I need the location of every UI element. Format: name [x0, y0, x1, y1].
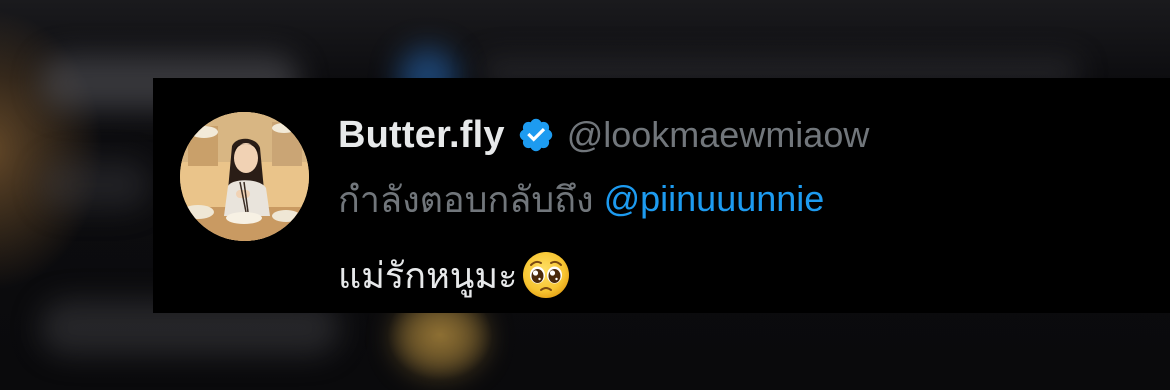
- pleading-face-icon: [521, 250, 571, 300]
- user-handle[interactable]: @lookmaewmiaow: [567, 114, 870, 156]
- tweet-card[interactable]: Butter.fly @lookmaewmiaow กำลังตอบกลับถึ…: [153, 78, 1170, 313]
- reply-mention-link[interactable]: @piinuuunnie: [604, 178, 825, 220]
- screenshot-stage: Butter.fly @lookmaewmiaow กำลังตอบกลับถึ…: [0, 0, 1170, 390]
- avatar[interactable]: [180, 112, 309, 241]
- tweet-text: แม่รักหนูมะ: [338, 252, 571, 298]
- display-name[interactable]: Butter.fly: [338, 114, 505, 157]
- tweet-body: แม่รักหนูมะ: [338, 254, 518, 296]
- verified-badge-icon[interactable]: [517, 116, 555, 154]
- avatar-photo: [180, 112, 309, 241]
- reply-context: กำลังตอบกลับถึง @piinuuunnie: [338, 176, 824, 222]
- reply-prefix: กำลังตอบกลับถึง: [338, 178, 594, 220]
- tweet-header: Butter.fly @lookmaewmiaow: [338, 110, 869, 160]
- background-blur: [40, 160, 150, 210]
